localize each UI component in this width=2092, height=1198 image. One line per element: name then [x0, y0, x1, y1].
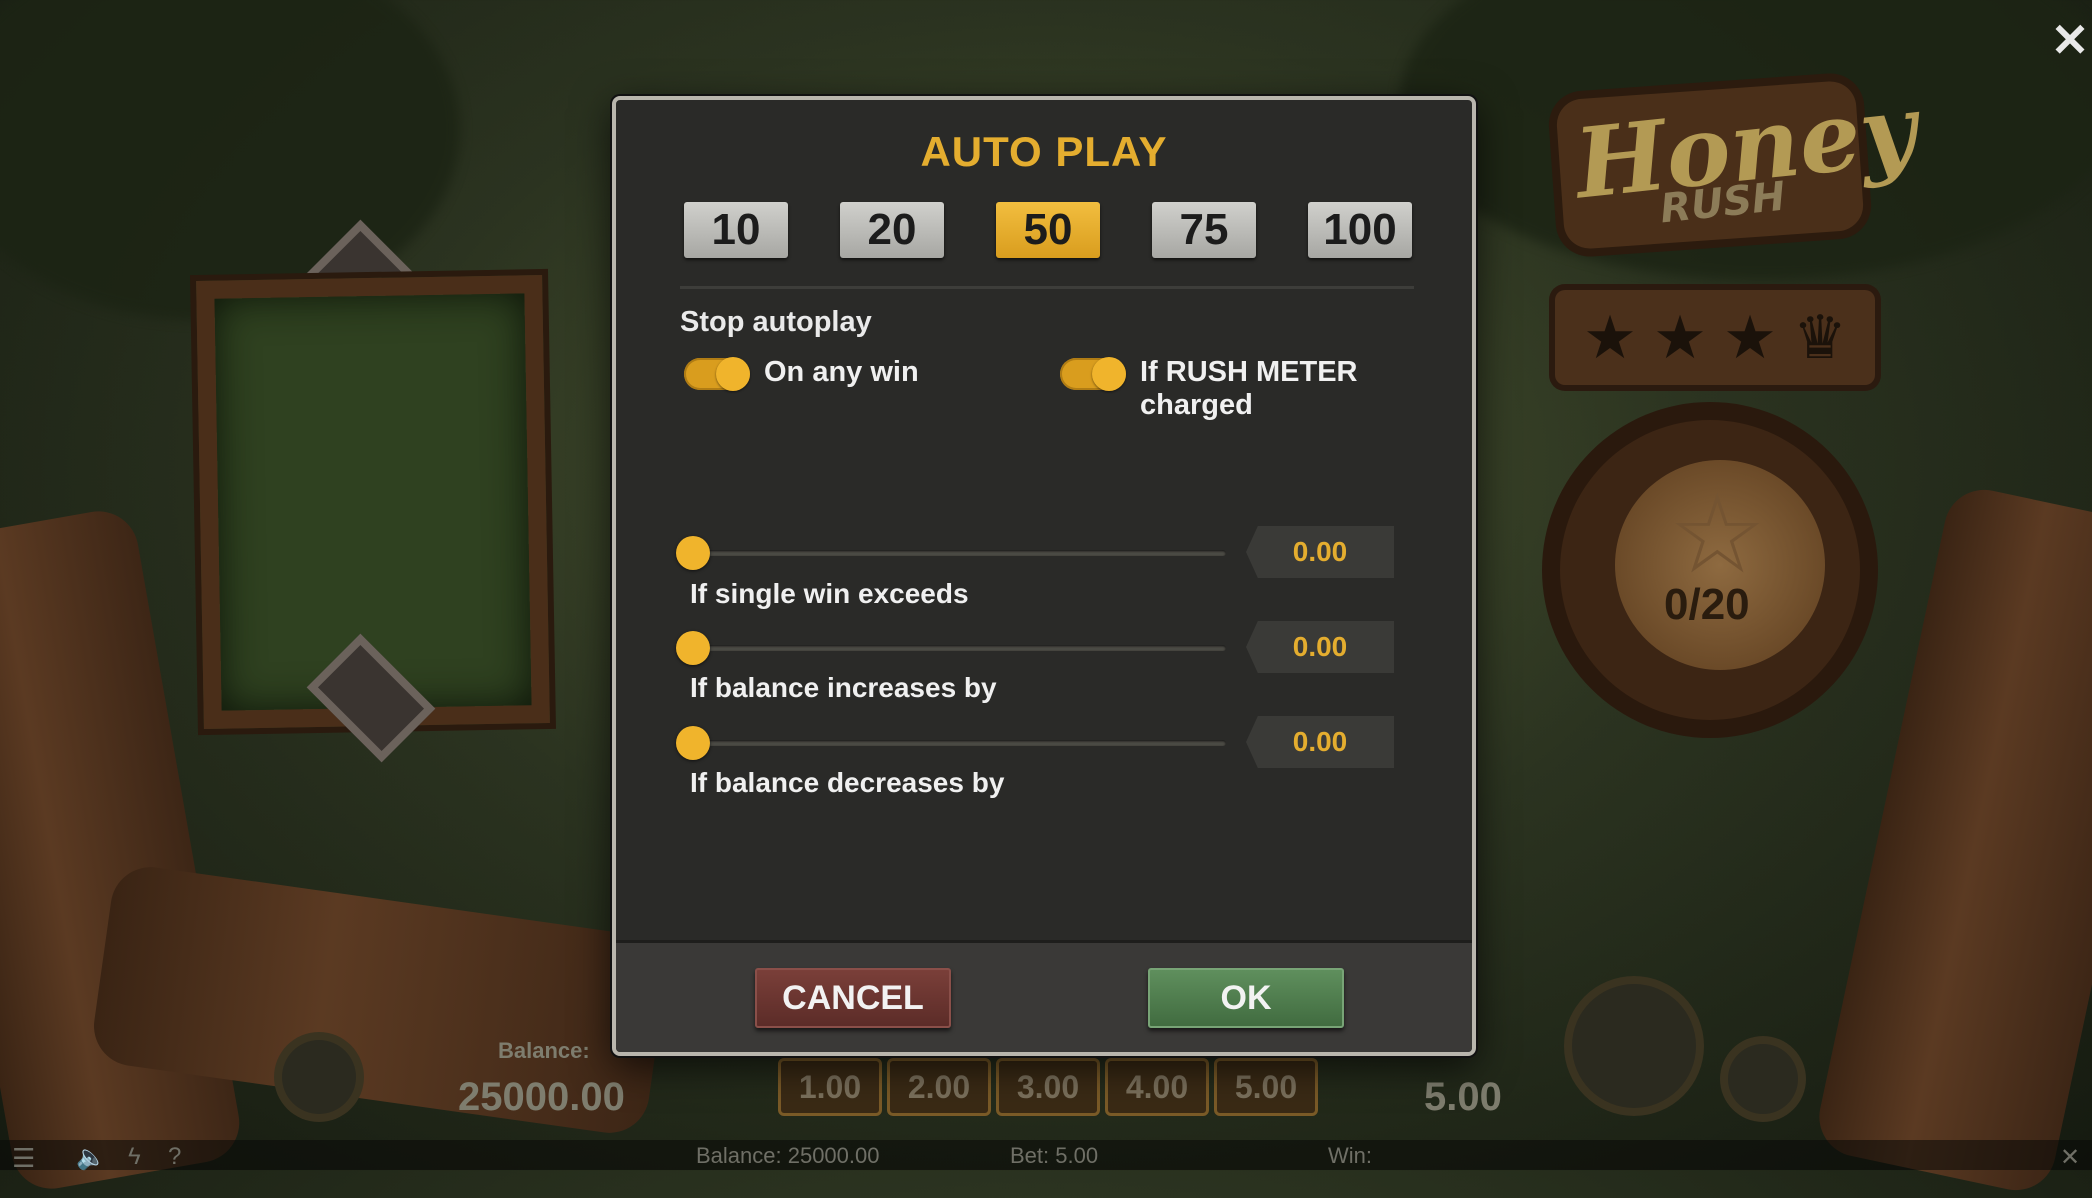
- bet-value: 5.00: [1424, 1075, 1502, 1119]
- star-icon: ★: [1653, 303, 1707, 371]
- preset-100-button[interactable]: 100: [1308, 202, 1412, 258]
- preset-10-button[interactable]: 10: [684, 202, 788, 258]
- cancel-button[interactable]: CANCEL: [755, 968, 951, 1028]
- speaker-icon[interactable]: 🔈: [76, 1143, 106, 1172]
- ok-button[interactable]: OK: [1148, 968, 1344, 1028]
- autoplay-button[interactable]: [1728, 1044, 1798, 1114]
- bet-option[interactable]: 1.00: [778, 1058, 882, 1116]
- rush-meter-label: If RUSH METER charged: [1140, 356, 1358, 421]
- preset-50-button[interactable]: 50: [996, 202, 1100, 258]
- on-any-win-toggle[interactable]: [684, 357, 750, 391]
- preset-20-button[interactable]: 20: [840, 202, 944, 258]
- slider-thumb[interactable]: [676, 631, 710, 665]
- star-icon: ★: [1583, 303, 1637, 371]
- lightning-icon[interactable]: ϟ: [128, 1143, 141, 1171]
- crown-icon: ♛: [1793, 303, 1847, 371]
- single-win-label: If single win exceeds: [690, 578, 969, 609]
- toggle-knob: [1092, 357, 1126, 391]
- rush-meter-toggle[interactable]: [1060, 357, 1126, 391]
- close-icon[interactable]: ✕: [2050, 17, 2090, 63]
- balance-increase-label: If balance increases by: [690, 672, 997, 703]
- spin-button[interactable]: [1572, 984, 1696, 1108]
- on-any-win-label: On any win: [764, 356, 919, 388]
- star-meter: ★ ★ ★ ♛: [1555, 290, 1875, 385]
- bet-option[interactable]: 5.00: [1214, 1058, 1318, 1116]
- autoplay-dialog: AUTO PLAY 10 20 50 75 100 Stop autoplay …: [612, 96, 1476, 1056]
- balance-increase-value: 0.00: [1246, 621, 1394, 673]
- info-button[interactable]: [282, 1040, 356, 1114]
- status-balance: Balance: 25000.00: [696, 1143, 880, 1168]
- toggle-knob: [716, 357, 750, 391]
- star-icon: ☆: [1668, 473, 1767, 596]
- status-bet: Bet: 5.00: [1010, 1143, 1099, 1168]
- rush-meter-count: 0/20: [1664, 580, 1750, 629]
- bet-option[interactable]: 2.00: [887, 1058, 991, 1116]
- close-icon[interactable]: ✕: [2060, 1143, 2080, 1172]
- menu-icon[interactable]: ☰: [12, 1143, 35, 1174]
- single-win-slider[interactable]: [696, 550, 1226, 556]
- status-win: Win:: [1328, 1143, 1372, 1168]
- balance-decrease-slider[interactable]: [696, 740, 1226, 746]
- single-win-value: 0.00: [1246, 526, 1394, 578]
- balance-increase-slider[interactable]: [696, 645, 1226, 651]
- balance-label: Balance:: [498, 1038, 590, 1063]
- preset-75-button[interactable]: 75: [1152, 202, 1256, 258]
- bet-option[interactable]: 4.00: [1105, 1058, 1209, 1116]
- slider-thumb[interactable]: [676, 726, 710, 760]
- balance-decrease-value: 0.00: [1246, 716, 1394, 768]
- star-icon: ★: [1723, 303, 1777, 371]
- divider: [680, 286, 1414, 289]
- balance-decrease-label: If balance decreases by: [690, 767, 1005, 798]
- dialog-title: AUTO PLAY: [920, 128, 1168, 175]
- balance-value: 25000.00: [458, 1075, 625, 1119]
- help-icon[interactable]: ?: [168, 1143, 181, 1171]
- bet-option[interactable]: 3.00: [996, 1058, 1100, 1116]
- stop-autoplay-label: Stop autoplay: [680, 306, 872, 338]
- slider-thumb[interactable]: [676, 536, 710, 570]
